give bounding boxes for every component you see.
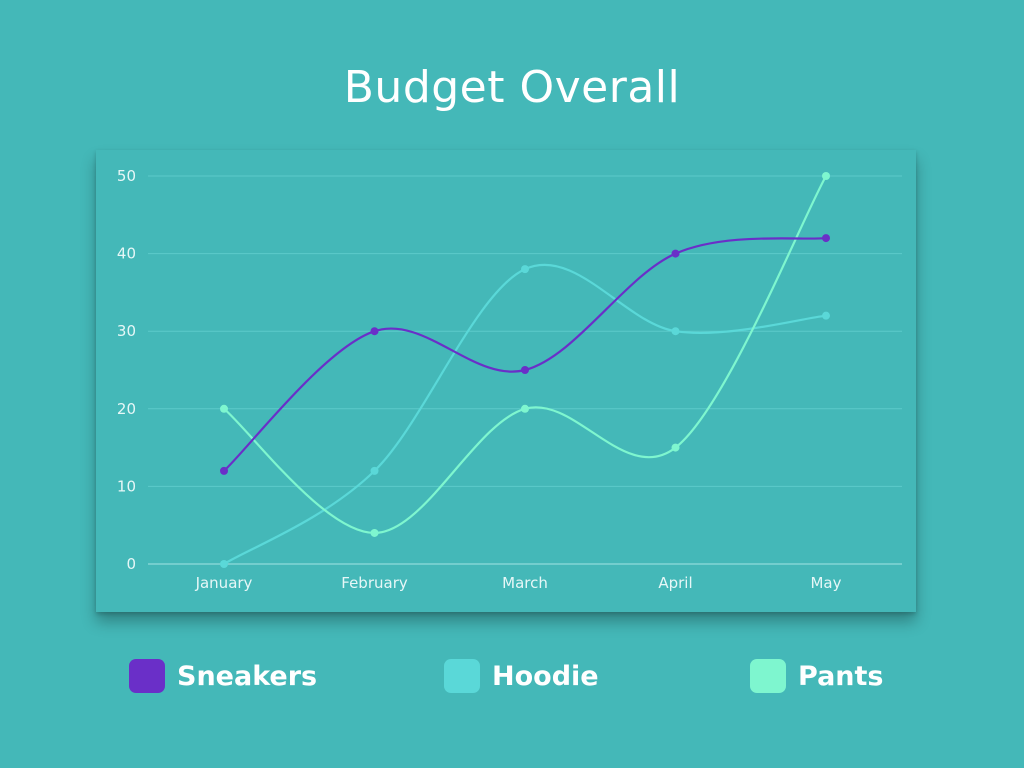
pants-series-line <box>223 175 827 535</box>
chart-title: Budget Overall <box>343 62 681 113</box>
hoodie-data-point <box>521 265 529 274</box>
x-tick-label: April <box>658 574 692 592</box>
hoodie-data-point <box>822 311 830 320</box>
legend-label-pants: Pants <box>798 660 884 692</box>
legend-swatch-sneakers <box>129 659 165 693</box>
legend-item-hoodie: Hoodie <box>444 656 599 696</box>
y-tick-label: 20 <box>117 400 136 418</box>
pants-data-point <box>822 172 830 180</box>
y-tick-label: 30 <box>117 322 136 340</box>
hoodie-series-line <box>223 263 827 565</box>
sneakers-data-point <box>220 466 228 475</box>
hoodie-data-point <box>370 466 379 475</box>
x-tick-label: February <box>341 574 408 592</box>
sneakers-data-point <box>822 234 830 243</box>
chart-panel: 0 10 20 30 40 50 January February March April May <box>96 150 916 612</box>
legend-item-pants: Pants <box>750 656 883 696</box>
line-chart: 0 10 20 30 40 50 January February March April May <box>117 167 902 592</box>
x-tick-label: March <box>502 574 548 592</box>
hoodie-data-point <box>220 560 228 568</box>
y-tick-label: 0 <box>126 555 136 573</box>
y-tick-label: 50 <box>117 167 136 185</box>
chart-page: Budget Overall 0 10 20 30 40 50 January Februar… <box>0 0 1024 768</box>
sneakers-data-point <box>370 327 379 336</box>
legend-label-sneakers: Sneakers <box>177 660 318 692</box>
chart-legend: Sneakers Hoodie Pants <box>0 656 1024 696</box>
hoodie-data-point <box>671 327 680 336</box>
pants-data-point <box>671 443 680 452</box>
legend-item-sneakers: Sneakers <box>129 656 317 696</box>
sneakers-data-point <box>521 366 529 374</box>
x-tick-label: January <box>195 574 253 592</box>
legend-swatch-hoodie <box>444 659 480 693</box>
x-tick-label: May <box>810 574 841 592</box>
legend-swatch-pants <box>750 659 786 693</box>
y-tick-label: 40 <box>117 245 136 263</box>
pants-data-point <box>521 404 529 413</box>
pants-data-point <box>220 404 228 413</box>
sneakers-data-point <box>671 249 680 258</box>
legend-label-hoodie: Hoodie <box>492 660 599 692</box>
y-tick-label: 10 <box>117 477 136 495</box>
pants-data-point <box>370 528 379 537</box>
